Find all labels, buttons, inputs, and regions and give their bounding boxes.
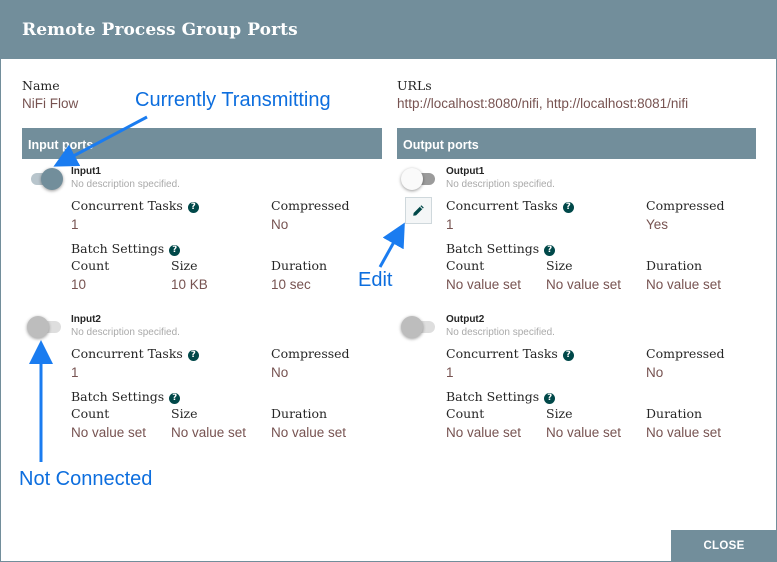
urls-label: URLs [397,78,432,93]
concurrent-tasks-value: 1 [446,365,454,380]
size-label: Size [546,406,573,421]
count-label: Count [446,258,485,273]
compressed-value: Yes [646,217,669,232]
pencil-icon [413,205,424,216]
name-label: Name [22,78,60,93]
port-name: Input2 [71,314,101,325]
dialog-header: Remote Process Group Ports [1,1,776,59]
annotation-currently-transmitting: Currently Transmitting [135,89,331,111]
count-value: No value set [446,425,522,440]
size-value: 10 KB [171,277,208,292]
compressed-value: No [271,217,289,232]
size-label: Size [546,258,573,273]
transmission-toggle-output1[interactable] [401,168,437,190]
help-icon[interactable]: ? [169,393,181,404]
size-value: No value set [546,425,622,440]
help-icon[interactable]: ? [544,393,556,404]
port-name: Input1 [71,166,101,177]
help-icon[interactable]: ? [562,202,574,213]
port-description: No description specified. [71,327,180,338]
count-value: 10 [71,277,87,292]
compressed-label: Compressed [646,346,725,361]
toggle-knob [401,316,423,338]
concurrent-tasks-value: 1 [71,217,79,232]
toggle-knob [27,316,49,338]
compressed-value: No [271,365,289,380]
transmission-toggle-output2[interactable] [401,316,437,338]
compressed-label: Compressed [646,198,725,213]
close-button[interactable]: CLOSE [671,530,777,562]
concurrent-tasks-label: Concurrent Tasks? [71,198,199,213]
count-label: Count [71,258,110,273]
port-description: No description specified. [446,179,555,190]
output-ports-header: Output ports [397,128,756,159]
concurrent-tasks-label: Concurrent Tasks? [71,346,199,361]
duration-value: No value set [646,277,722,292]
compressed-value: No [646,365,664,380]
name-value: NiFi Flow [22,96,79,111]
count-label: Count [71,406,110,421]
duration-value: No value set [271,425,347,440]
port-description: No description specified. [446,327,555,338]
dialog-title: Remote Process Group Ports [22,20,298,40]
annotation-not-connected: Not Connected [19,468,153,490]
size-value: No value set [546,277,622,292]
compressed-label: Compressed [271,346,350,361]
size-label: Size [171,258,198,273]
duration-label: Duration [271,258,328,273]
duration-label: Duration [646,406,703,421]
concurrent-tasks-label: Concurrent Tasks? [446,346,574,361]
help-icon[interactable]: ? [544,245,556,256]
transmission-toggle-input1[interactable] [27,168,63,190]
concurrent-tasks-value: 1 [446,217,454,232]
duration-label: Duration [646,258,703,273]
batch-settings-label: Batch Settings? [446,241,556,256]
help-icon[interactable]: ? [562,350,574,361]
count-value: No value set [71,425,147,440]
help-icon[interactable]: ? [187,350,199,361]
port-description: No description specified. [71,179,180,190]
help-icon[interactable]: ? [169,245,181,256]
port-name: Output2 [446,314,485,325]
concurrent-tasks-value: 1 [71,365,79,380]
edit-port-button[interactable] [405,197,432,224]
duration-value: 10 sec [271,277,311,292]
input-ports-header: Input ports [22,128,382,159]
transmission-toggle-input2[interactable] [27,316,63,338]
urls-value: http://localhost:8080/nifi, http://local… [397,96,689,111]
count-label: Count [446,406,485,421]
toggle-knob [401,168,423,190]
size-label: Size [171,406,198,421]
size-value: No value set [171,425,247,440]
batch-settings-label: Batch Settings? [71,389,181,404]
compressed-label: Compressed [271,198,350,213]
count-value: No value set [446,277,522,292]
concurrent-tasks-label: Concurrent Tasks? [446,198,574,213]
help-icon[interactable]: ? [187,202,199,213]
port-name: Output1 [446,166,485,177]
toggle-knob [41,168,63,190]
annotation-edit: Edit [358,269,393,291]
batch-settings-label: Batch Settings? [446,389,556,404]
batch-settings-label: Batch Settings? [71,241,181,256]
duration-value: No value set [646,425,722,440]
duration-label: Duration [271,406,328,421]
